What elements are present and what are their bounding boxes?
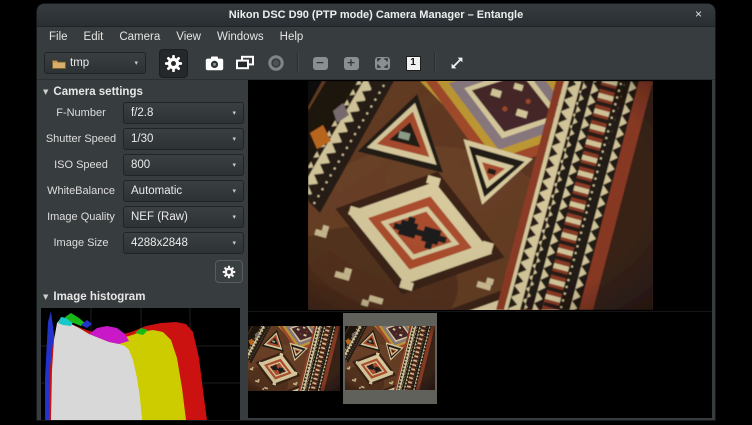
content: ▼ Camera settings F-Number f/2.8 ▾ Shutt… bbox=[37, 80, 715, 421]
image-size-select[interactable]: 4288x2848 ▾ bbox=[123, 232, 244, 254]
chevron-down-icon: ▾ bbox=[226, 239, 236, 247]
monitor-button[interactable] bbox=[263, 50, 289, 77]
white-balance-select[interactable]: Automatic ▾ bbox=[123, 180, 244, 202]
menu-windows[interactable]: Windows bbox=[209, 29, 272, 45]
image-display-area bbox=[248, 80, 712, 418]
f-number-value: f/2.8 bbox=[131, 107, 153, 119]
zoom-in-button[interactable]: + bbox=[338, 50, 364, 77]
triangle-down-icon: ▼ bbox=[43, 293, 48, 301]
image-quality-select[interactable]: NEF (Raw) ▾ bbox=[123, 206, 244, 228]
chevron-down-icon: ▾ bbox=[226, 109, 236, 117]
gear-icon bbox=[164, 54, 183, 73]
iso-speed-label: ISO Speed bbox=[41, 159, 121, 171]
record-circle-icon bbox=[267, 54, 285, 72]
iso-speed-value: 800 bbox=[131, 159, 150, 171]
iso-speed-select[interactable]: 800 ▾ bbox=[123, 154, 244, 176]
shutter-speed-label: Shutter Speed bbox=[41, 133, 121, 145]
image-histogram bbox=[41, 308, 240, 420]
fullscreen-button[interactable] bbox=[444, 50, 470, 77]
folder-select[interactable]: tmp ▾ bbox=[44, 52, 146, 74]
chevron-down-icon: ▾ bbox=[226, 213, 236, 221]
shutter-speed-select[interactable]: 1/30 ▾ bbox=[123, 128, 244, 150]
menu-edit[interactable]: Edit bbox=[76, 29, 112, 45]
camera-settings-title: Camera settings bbox=[53, 86, 142, 98]
setting-row-white-balance: WhiteBalance Automatic ▾ bbox=[41, 180, 244, 202]
menu-help[interactable]: Help bbox=[272, 29, 312, 45]
app-window: Nikon DSC D90 (PTP mode) Camera Manager … bbox=[37, 4, 715, 420]
menu-file[interactable]: File bbox=[41, 29, 76, 45]
white-balance-value: Automatic bbox=[131, 185, 182, 197]
menu-camera[interactable]: Camera bbox=[111, 29, 168, 45]
zoom-normal-button[interactable]: 1 bbox=[400, 50, 426, 77]
chevron-down-icon: ▾ bbox=[226, 161, 236, 169]
titlebar: Nikon DSC D90 (PTP mode) Camera Manager … bbox=[37, 4, 715, 27]
image-histogram-expander[interactable]: ▼ Image histogram bbox=[41, 288, 244, 306]
chevron-down-icon: ▾ bbox=[128, 59, 138, 67]
settings-sidebar: ▼ Camera settings F-Number f/2.8 ▾ Shutt… bbox=[37, 80, 248, 421]
histogram-plot bbox=[41, 308, 240, 420]
thumbnail-1[interactable] bbox=[248, 326, 340, 391]
minus-icon: − bbox=[313, 57, 328, 70]
white-balance-label: WhiteBalance bbox=[41, 185, 121, 197]
window-title: Nikon DSC D90 (PTP mode) Camera Manager … bbox=[229, 9, 523, 21]
setting-row-image-quality: Image Quality NEF (Raw) ▾ bbox=[41, 206, 244, 228]
setting-row-iso-speed: ISO Speed 800 ▾ bbox=[41, 154, 244, 176]
image-viewport bbox=[248, 80, 712, 312]
toolbar: tmp ▾ bbox=[37, 47, 715, 80]
preview-image bbox=[308, 81, 653, 310]
zoom-out-button[interactable]: − bbox=[307, 50, 333, 77]
toolbar-separator bbox=[297, 53, 299, 73]
one-icon: 1 bbox=[406, 56, 421, 71]
plus-icon: + bbox=[344, 57, 359, 70]
camera-settings-panel: F-Number f/2.8 ▾ Shutter Speed 1/30 ▾ IS… bbox=[41, 102, 244, 254]
thumbnail-strip bbox=[248, 312, 712, 418]
advanced-settings-button[interactable] bbox=[215, 260, 243, 283]
menu-view[interactable]: View bbox=[168, 29, 209, 45]
image-size-label: Image Size bbox=[41, 237, 121, 249]
frames-icon bbox=[235, 55, 255, 71]
gear-icon bbox=[222, 265, 236, 279]
image-histogram-title: Image histogram bbox=[53, 291, 145, 303]
shutter-speed-value: 1/30 bbox=[131, 133, 153, 145]
setting-row-image-size: Image Size 4288x2848 ▾ bbox=[41, 232, 244, 254]
folder-icon bbox=[52, 58, 66, 69]
menubar: File Edit Camera View Windows Help bbox=[37, 27, 715, 47]
preview-button[interactable] bbox=[232, 50, 258, 77]
camera-icon bbox=[205, 56, 224, 71]
f-number-label: F-Number bbox=[41, 107, 121, 119]
setting-row-f-number: F-Number f/2.8 ▾ bbox=[41, 102, 244, 124]
triangle-down-icon: ▼ bbox=[43, 88, 48, 96]
setting-row-shutter-speed: Shutter Speed 1/30 ▾ bbox=[41, 128, 244, 150]
expand-arrows-icon bbox=[449, 55, 465, 71]
image-quality-label: Image Quality bbox=[41, 211, 121, 223]
toolbar-separator bbox=[434, 53, 436, 73]
camera-settings-expander[interactable]: ▼ Camera settings bbox=[41, 83, 244, 101]
settings-toggle-button[interactable] bbox=[159, 49, 188, 78]
image-quality-value: NEF (Raw) bbox=[131, 211, 188, 223]
best-fit-icon bbox=[375, 57, 390, 70]
folder-select-value: tmp bbox=[70, 57, 89, 69]
thumbnail-2-selected[interactable] bbox=[343, 313, 437, 404]
chevron-down-icon: ▾ bbox=[226, 187, 236, 195]
advanced-settings-row bbox=[41, 254, 244, 288]
chevron-down-icon: ▾ bbox=[226, 135, 236, 143]
best-fit-button[interactable] bbox=[369, 50, 395, 77]
image-size-value: 4288x2848 bbox=[131, 237, 188, 249]
close-icon[interactable]: × bbox=[691, 7, 706, 22]
capture-button[interactable] bbox=[201, 50, 227, 77]
f-number-select[interactable]: f/2.8 ▾ bbox=[123, 102, 244, 124]
